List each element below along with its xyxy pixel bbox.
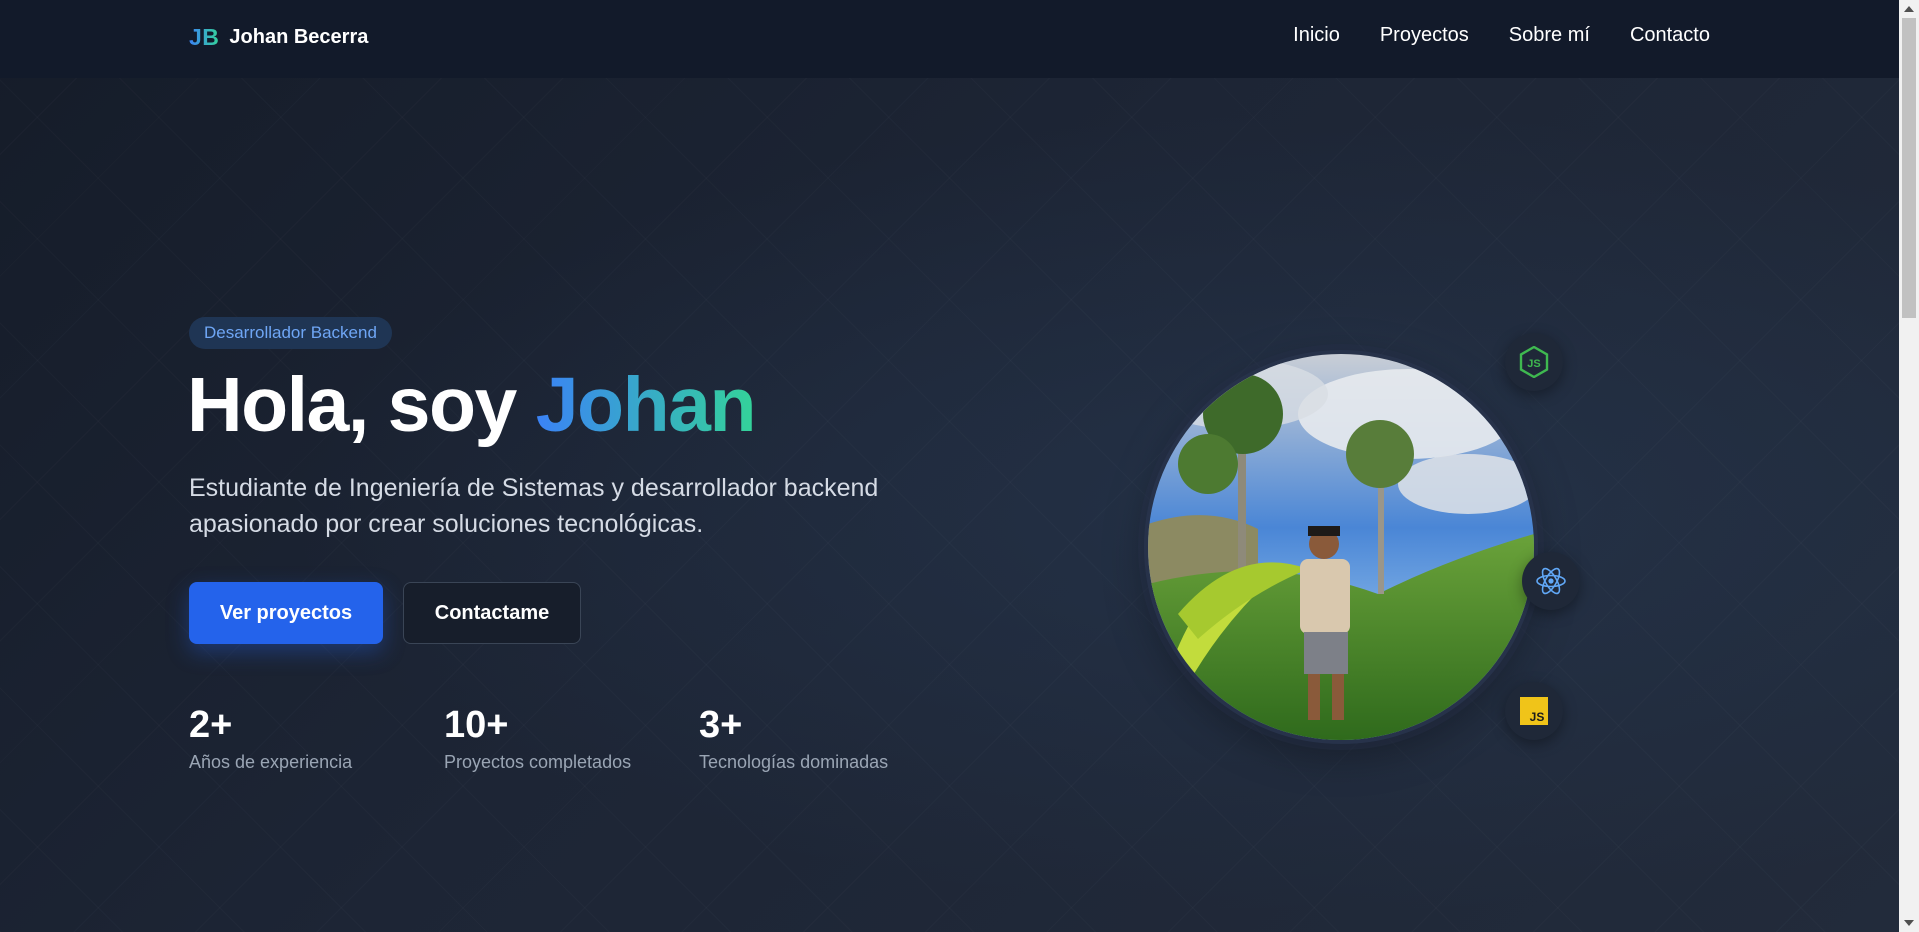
scroll-up-icon[interactable] (1904, 6, 1914, 12)
stat-value: 10+ (444, 704, 509, 746)
hero-title: Hola, soy Johan (187, 360, 757, 450)
logo-name: Johan Becerra (229, 26, 369, 48)
contact-button[interactable]: Contactame (403, 582, 581, 644)
background-pattern (0, 0, 1899, 932)
nav-link-inicio[interactable]: Inicio (1293, 24, 1340, 47)
javascript-icon-text: JS (1530, 710, 1545, 724)
nodejs-icon-text: JS (1527, 358, 1540, 370)
stat-value: 3+ (699, 704, 743, 746)
view-projects-button[interactable]: Ver proyectos (189, 582, 383, 644)
javascript-badge: JS (1505, 682, 1563, 740)
brand-logo[interactable]: JB Johan Becerra (189, 24, 368, 51)
stat-label: Años de experiencia (189, 752, 353, 772)
hero-description: Estudiante de Ingeniería de Sistemas y d… (189, 474, 879, 538)
role-badge: Desarrollador Backend (189, 317, 392, 349)
page: JB Johan Becerra Inicio Proyectos Sobre … (0, 0, 1899, 932)
main-nav: Inicio Proyectos Sobre mí Contacto (1293, 24, 1710, 47)
stat-label: Proyectos completados (444, 752, 632, 772)
nodejs-badge: JS (1505, 333, 1563, 391)
stat-technologies: 3+ Tecnologías dominadas (699, 702, 888, 773)
scrollbar-thumb[interactable] (1902, 18, 1916, 318)
vertical-scrollbar[interactable] (1899, 0, 1919, 932)
top-navbar: JB Johan Becerra Inicio Proyectos Sobre … (0, 0, 1899, 78)
react-icon (1536, 567, 1566, 595)
stat-experience: 2+ Años de experiencia (189, 702, 352, 773)
scroll-down-icon[interactable] (1904, 920, 1914, 926)
stat-label: Tecnologías dominadas (699, 752, 889, 772)
javascript-icon: JS (1520, 697, 1548, 725)
hero-title-prefix: Hola, soy (187, 362, 536, 448)
hero-title-name: Johan (535, 362, 757, 448)
nav-link-contacto[interactable]: Contacto (1630, 24, 1710, 47)
nodejs-icon: JS (1519, 346, 1549, 378)
nav-link-sobre-mi[interactable]: Sobre mí (1509, 24, 1590, 47)
stat-projects: 10+ Proyectos completados (444, 702, 631, 773)
nav-link-proyectos[interactable]: Proyectos (1380, 24, 1469, 47)
profile-photo (1144, 350, 1538, 744)
logo-mark: JB (189, 24, 220, 50)
react-badge (1522, 552, 1580, 610)
stat-value: 2+ (189, 704, 233, 746)
